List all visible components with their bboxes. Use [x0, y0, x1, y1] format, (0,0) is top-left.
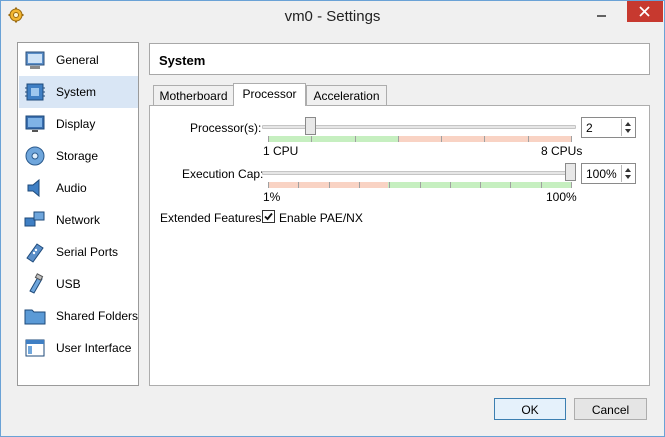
processors-spin-arrows[interactable] [621, 119, 634, 136]
general-icon [25, 51, 45, 69]
page-title: System [159, 53, 206, 68]
sidebar-item-audio[interactable]: Audio [19, 172, 138, 204]
sidebar-item-label: User Interface [56, 341, 132, 355]
sidebar-item-general[interactable]: General [19, 44, 138, 76]
processors-max-label: 8 CPUs [541, 144, 583, 158]
spin-down-icon[interactable] [625, 175, 631, 179]
processors-recommended-range [268, 136, 398, 142]
processors-slider-handle[interactable] [305, 117, 317, 135]
processors-min-label: 1 CPU [263, 144, 299, 158]
ok-button-label: OK [521, 403, 539, 417]
pae-nx-checkbox[interactable] [262, 210, 275, 223]
pae-nx-label[interactable]: Enable PAE/NX [279, 211, 363, 225]
execution-cap-slider-track[interactable] [262, 171, 576, 175]
slider-tick [480, 182, 482, 188]
sidebar-item-serial-ports[interactable]: Serial Ports [19, 236, 138, 268]
sidebar-item-label: System [56, 85, 97, 99]
spin-down-icon[interactable] [625, 129, 631, 133]
serial-ports-icon [26, 243, 44, 263]
sidebar-item-label: Display [56, 117, 96, 131]
slider-tick [571, 136, 572, 142]
cancel-button[interactable]: Cancel [574, 398, 647, 420]
spin-up-icon[interactable] [625, 168, 631, 172]
audio-icon [27, 178, 40, 198]
processors-spinbox[interactable]: 2 [581, 117, 636, 138]
tab-label: Acceleration [313, 89, 380, 103]
execution-cap-value: 100% [586, 167, 617, 181]
minimize-icon [597, 15, 606, 17]
sidebar-item-display[interactable]: Display [19, 108, 138, 140]
sidebar-item-system[interactable]: System [19, 76, 138, 108]
slider-tick [419, 182, 421, 188]
close-icon [639, 6, 650, 17]
sidebar-item-label: Storage [56, 149, 99, 163]
slider-tick [571, 182, 572, 188]
storage-icon [25, 146, 45, 166]
close-button[interactable] [627, 1, 663, 22]
window-title: vm0 - Settings [284, 8, 381, 25]
slider-tick [358, 182, 360, 188]
slider-tick [397, 136, 399, 142]
slider-tick [449, 182, 451, 188]
execution-cap-spinbox[interactable]: 100% [581, 163, 636, 184]
slider-tick [441, 136, 443, 142]
execution-cap-min-label: 1% [263, 190, 281, 204]
execution-cap-slider-handle[interactable] [565, 163, 576, 181]
display-icon [25, 115, 45, 132]
user-interface-icon [25, 339, 45, 357]
sidebar-item-label: Shared Folders [56, 309, 139, 323]
slider-tick [527, 136, 529, 142]
sidebar-item-label: Audio [56, 181, 87, 195]
tab-acceleration[interactable]: Acceleration [306, 85, 387, 106]
tab-label: Motherboard [159, 89, 228, 103]
processors-label: Processor(s): [190, 121, 262, 135]
processors-value: 2 [586, 121, 593, 135]
slider-tick [484, 136, 486, 142]
execution-cap-label: Execution Cap: [182, 167, 264, 181]
slider-tick [540, 182, 542, 188]
cancel-button-label: Cancel [591, 403, 630, 417]
processor-panel: Processor(s): 1 CPU 8 CPUs 2 Execution C… [149, 105, 650, 386]
page-title-box: System [149, 43, 650, 75]
tab-motherboard[interactable]: Motherboard [153, 85, 234, 106]
slider-tick [298, 182, 300, 188]
sidebar-item-label: Serial Ports [56, 245, 119, 259]
sidebar-item-label: USB [56, 277, 81, 291]
ok-button[interactable]: OK [494, 398, 566, 420]
tab-processor[interactable]: Processor [233, 83, 306, 106]
execution-cap-max-label: 100% [546, 190, 577, 204]
sidebar-item-usb[interactable]: USB [19, 268, 138, 300]
system-icon [25, 83, 45, 101]
sidebar-item-shared-folders[interactable]: Shared Folders [19, 300, 138, 332]
slider-tick [268, 136, 269, 142]
checkmark-icon [264, 212, 273, 221]
spin-up-icon[interactable] [625, 122, 631, 126]
execution-cap-spin-arrows[interactable] [621, 165, 634, 182]
sidebar-item-storage[interactable]: Storage [19, 140, 138, 172]
shared-folders-icon [24, 309, 46, 325]
slider-tick [354, 136, 356, 142]
sidebar-item-user-interface[interactable]: User Interface [19, 332, 138, 364]
slider-tick [510, 182, 512, 188]
slider-tick [389, 182, 391, 188]
settings-window: vm0 - Settings General System Display St… [0, 0, 665, 437]
settings-sidebar: General System Display Storage Audio Net… [17, 42, 139, 386]
extended-features-label: Extended Features: [160, 211, 265, 225]
sidebar-item-network[interactable]: Network [19, 204, 138, 236]
sidebar-item-label: General [56, 53, 99, 67]
slider-tick [268, 182, 269, 188]
title-bar[interactable]: vm0 - Settings [1, 1, 664, 31]
slider-tick [311, 136, 313, 142]
slider-tick [328, 182, 330, 188]
sidebar-item-label: Network [56, 213, 101, 227]
network-icon [24, 211, 45, 227]
usb-icon [29, 273, 44, 294]
tab-label: Processor [242, 87, 297, 101]
minimize-button[interactable] [588, 2, 615, 23]
